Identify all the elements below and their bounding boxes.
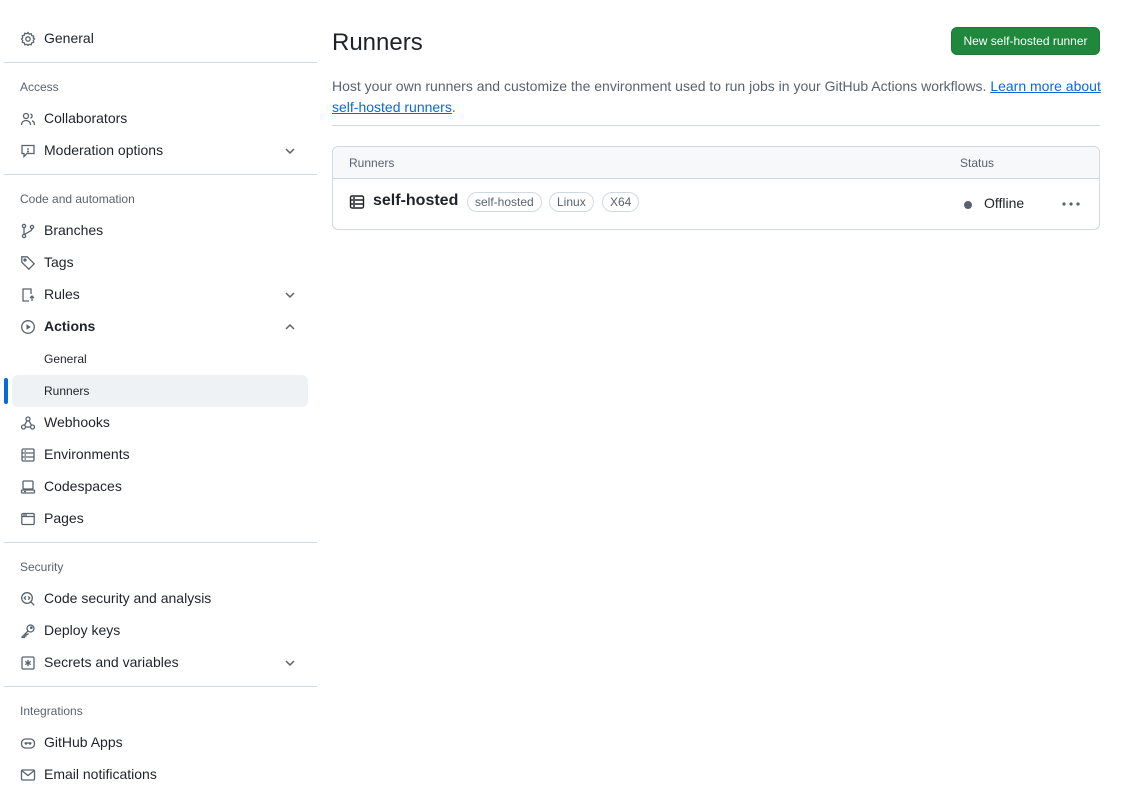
sidebar-item-github-apps[interactable]: GitHub Apps <box>12 727 308 759</box>
sidebar-item-code-security[interactable]: Code security and analysis <box>12 583 308 615</box>
sidebar-item-label: Deploy keys <box>44 622 121 638</box>
sidebar-item-label: Codespaces <box>44 478 122 494</box>
sidebar-item-label: General <box>44 30 94 46</box>
sidebar-item-label: Rules <box>44 286 80 302</box>
runner-label-chip[interactable]: X64 <box>602 192 640 212</box>
content-divider <box>332 125 1100 126</box>
sidebar-item-codespaces[interactable]: Codespaces <box>12 471 308 503</box>
sidebar-item-webhooks[interactable]: Webhooks <box>12 407 308 439</box>
runner-status: Offline <box>984 195 1025 211</box>
page-description: Host your own runners and customize the … <box>332 76 1102 118</box>
server-icon <box>20 447 36 463</box>
play-icon <box>20 319 36 335</box>
sidebar-subitem-actions-general[interactable]: General <box>12 343 308 375</box>
sidebar-item-moderation[interactable]: Moderation options <box>12 135 308 167</box>
report-icon <box>20 143 36 159</box>
active-indicator <box>4 378 8 404</box>
sidebar-divider <box>4 686 317 687</box>
sidebar-item-label: Webhooks <box>44 414 110 430</box>
sidebar-item-collaborators[interactable]: Collaborators <box>12 103 308 135</box>
sidebar-item-label: General <box>44 352 87 366</box>
sidebar-item-label: Pages <box>44 510 84 526</box>
sidebar-item-deploy-keys[interactable]: Deploy keys <box>12 615 308 647</box>
column-header-runners: Runners <box>349 156 395 170</box>
sidebar-item-email-notifications[interactable]: Email notifications <box>12 759 308 791</box>
sidebar-item-rules[interactable]: Rules <box>12 279 308 311</box>
server-icon <box>349 195 365 209</box>
sidebar-divider <box>4 62 317 63</box>
sidebar-item-environments[interactable]: Environments <box>12 439 308 471</box>
description-period: . <box>451 99 456 115</box>
sidebar-item-label: Email notifications <box>44 766 157 782</box>
gear-icon <box>20 31 36 47</box>
settings-sidebar: General Access Collaborators Moderation … <box>0 0 318 801</box>
webhook-icon <box>20 415 36 431</box>
runner-label-chip[interactable]: self-hosted <box>467 192 542 212</box>
chevron-down-icon <box>285 148 295 155</box>
sidebar-item-label: Collaborators <box>44 110 128 126</box>
asterisk-icon <box>20 655 36 671</box>
chevron-down-icon <box>285 292 295 299</box>
people-icon <box>20 111 36 127</box>
mail-icon <box>20 767 36 783</box>
section-heading-integrations: Integrations <box>20 704 83 718</box>
key-icon <box>20 623 36 639</box>
sidebar-item-label: Runners <box>44 384 90 398</box>
chevron-down-icon <box>285 660 295 667</box>
tag-icon <box>20 255 36 271</box>
sidebar-item-label: Actions <box>44 318 96 334</box>
status-indicator-dot <box>964 201 972 209</box>
codescan-icon <box>20 591 36 607</box>
sidebar-item-actions[interactable]: Actions <box>12 311 308 343</box>
sidebar-item-label: Branches <box>44 222 104 238</box>
sidebar-item-label: Tags <box>44 254 74 270</box>
sidebar-item-label: Environments <box>44 446 130 462</box>
browser-icon <box>20 511 36 527</box>
kebab-horizontal-icon <box>1062 202 1080 206</box>
sidebar-item-secrets[interactable]: Secrets and variables <box>12 647 308 679</box>
kebab-menu-button[interactable] <box>1056 192 1086 216</box>
table-row: self-hosted self-hosted Linux X64 Offlin… <box>333 179 1099 229</box>
page-title: Runners <box>332 29 423 56</box>
sidebar-item-label: Secrets and variables <box>44 654 179 670</box>
sidebar-item-tags[interactable]: Tags <box>12 247 308 279</box>
section-heading-security: Security <box>20 560 64 574</box>
runners-table-header: Runners Status <box>333 147 1099 179</box>
sidebar-item-label: Moderation options <box>44 142 164 158</box>
chevron-up-icon <box>285 323 295 330</box>
sidebar-item-label: GitHub Apps <box>44 734 123 750</box>
section-heading-code-automation: Code and automation <box>20 192 135 206</box>
description-text: Host your own runners and customize the … <box>332 78 987 94</box>
codespaces-icon <box>20 479 36 495</box>
git-branch-icon <box>20 223 36 239</box>
repo-push-icon <box>20 287 36 303</box>
sidebar-divider <box>4 542 317 543</box>
new-self-hosted-runner-button[interactable]: New self-hosted runner <box>951 27 1100 55</box>
sidebar-item-label: Code security and analysis <box>44 590 212 606</box>
section-heading-access: Access <box>20 80 59 94</box>
sidebar-subitem-actions-runners[interactable]: Runners <box>12 375 308 407</box>
hubot-icon <box>20 735 36 751</box>
sidebar-divider <box>4 174 317 175</box>
sidebar-item-pages[interactable]: Pages <box>12 503 308 535</box>
runner-name-link[interactable]: self-hosted <box>373 192 458 210</box>
column-header-status: Status <box>960 156 995 170</box>
sidebar-item-branches[interactable]: Branches <box>12 215 308 247</box>
runners-table: Runners Status self-hosted self-hosted L… <box>332 146 1100 230</box>
runner-label-chip[interactable]: Linux <box>549 192 594 212</box>
sidebar-item-general[interactable]: General <box>12 23 308 55</box>
